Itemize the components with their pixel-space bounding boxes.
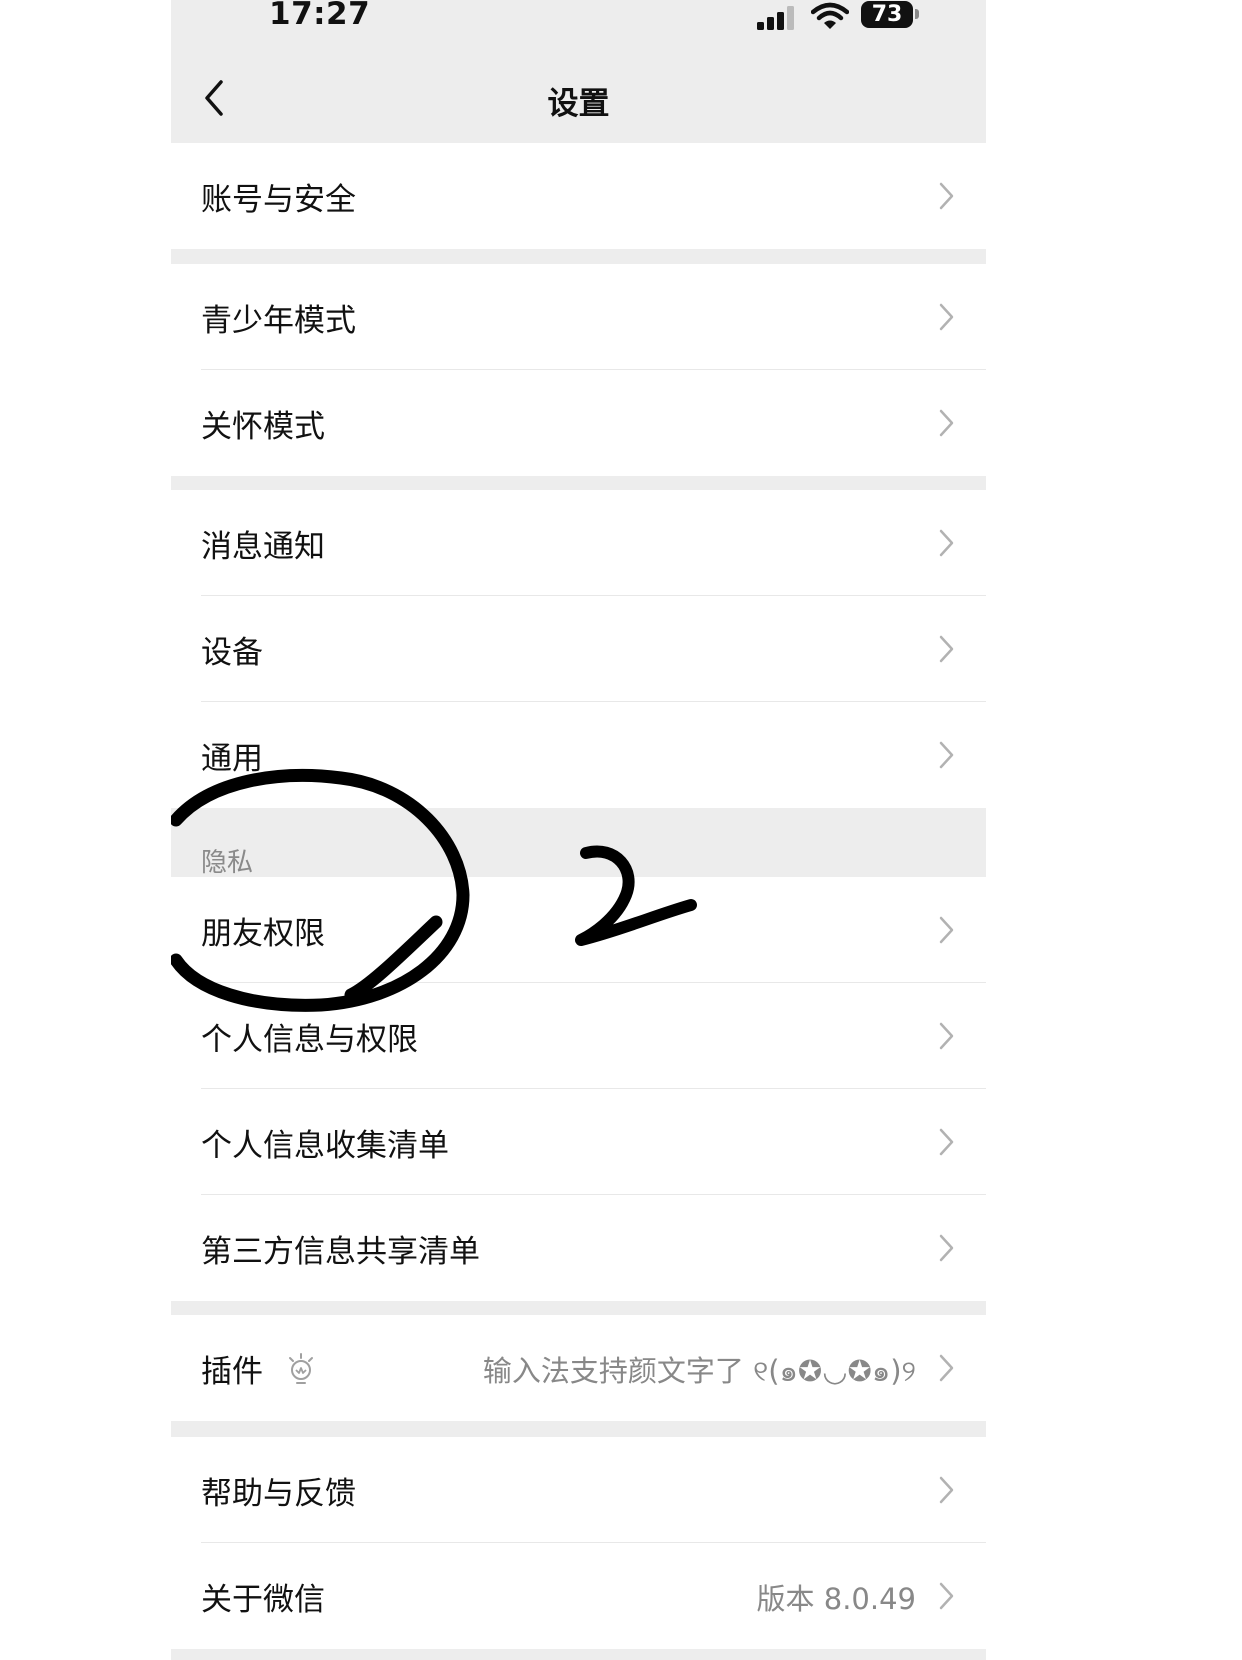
settings-group-privacy: 朋友权限 个人信息与权限 个人信息收集清单 第三方信息共享清单 bbox=[171, 877, 986, 1301]
chevron-right-icon bbox=[939, 635, 954, 663]
row-label: 关怀模式 bbox=[201, 409, 325, 445]
settings-group-account: 账号与安全 bbox=[171, 143, 986, 249]
row-about-wechat[interactable]: 关于微信 版本 8.0.49 bbox=[171, 1543, 986, 1649]
page-title: 设置 bbox=[547, 86, 610, 122]
row-label: 第三方信息共享清单 bbox=[201, 1234, 480, 1270]
row-label: 关于微信 bbox=[201, 1582, 325, 1618]
row-label: 帮助与反馈 bbox=[201, 1476, 356, 1512]
row-notifications[interactable]: 消息通知 bbox=[171, 490, 986, 596]
chevron-right-icon bbox=[939, 1128, 954, 1156]
row-value: 输入法支持颜文字了 ୧(๑✪◡✪๑)୨ bbox=[482, 1354, 916, 1388]
row-value: 版本 8.0.49 bbox=[756, 1582, 916, 1616]
cellular-signal-icon bbox=[757, 6, 794, 30]
row-label: 青少年模式 bbox=[201, 303, 356, 339]
settings-group-modes: 青少年模式 关怀模式 bbox=[171, 264, 986, 476]
chevron-right-icon bbox=[939, 303, 954, 331]
row-label: 插件 bbox=[201, 1354, 263, 1390]
chevron-right-icon bbox=[939, 1476, 954, 1504]
status-time: 17:27 bbox=[269, 0, 371, 32]
chevron-right-icon bbox=[939, 1022, 954, 1050]
section-header-privacy: 隐私 bbox=[201, 848, 254, 878]
row-label: 个人信息收集清单 bbox=[201, 1128, 449, 1164]
chevron-right-icon bbox=[939, 1234, 954, 1262]
row-general[interactable]: 通用 bbox=[171, 702, 986, 808]
row-teen-mode[interactable]: 青少年模式 bbox=[171, 264, 986, 370]
lightbulb-icon bbox=[289, 1353, 313, 1384]
row-plugins[interactable]: 插件 输入法支持颜文字了 ୧(๑✪◡✪๑)୨ bbox=[171, 1315, 986, 1421]
row-account-security[interactable]: 账号与安全 bbox=[171, 143, 986, 249]
chevron-right-icon bbox=[939, 409, 954, 437]
row-third-party-sharing[interactable]: 第三方信息共享清单 bbox=[171, 1195, 986, 1301]
wifi-icon bbox=[811, 2, 849, 29]
battery-level: 73 bbox=[871, 2, 903, 27]
chevron-right-icon bbox=[939, 741, 954, 769]
row-label: 账号与安全 bbox=[201, 182, 356, 218]
chevron-right-icon bbox=[939, 1354, 954, 1382]
status-bar: 17:27 73 bbox=[171, 0, 986, 40]
row-label: 消息通知 bbox=[201, 529, 325, 565]
row-personal-info-permissions[interactable]: 个人信息与权限 bbox=[171, 983, 986, 1089]
battery-icon: 73 bbox=[861, 1, 913, 28]
settings-group-plugins: 插件 输入法支持颜文字了 ୧(๑✪◡✪๑)୨ bbox=[171, 1315, 986, 1421]
row-personal-info-collection[interactable]: 个人信息收集清单 bbox=[171, 1089, 986, 1195]
row-label: 个人信息与权限 bbox=[201, 1022, 418, 1058]
chevron-right-icon bbox=[939, 1582, 954, 1610]
row-label: 朋友权限 bbox=[201, 916, 325, 952]
row-devices[interactable]: 设备 bbox=[171, 596, 986, 702]
phone-screen: 17:27 73 设置 账号与安全 青少年模式 关怀模式 消息通知 设备 通用 … bbox=[171, 0, 986, 1660]
chevron-right-icon bbox=[939, 916, 954, 944]
settings-group-general: 消息通知 设备 通用 bbox=[171, 490, 986, 808]
row-label: 设备 bbox=[201, 635, 263, 671]
settings-group-about: 帮助与反馈 关于微信 版本 8.0.49 bbox=[171, 1437, 986, 1649]
row-help-feedback[interactable]: 帮助与反馈 bbox=[171, 1437, 986, 1543]
chevron-right-icon bbox=[939, 182, 954, 210]
nav-bar: 设置 bbox=[171, 40, 986, 143]
row-label: 通用 bbox=[201, 741, 263, 777]
battery-tip bbox=[915, 9, 919, 19]
row-care-mode[interactable]: 关怀模式 bbox=[171, 370, 986, 476]
row-friend-permissions[interactable]: 朋友权限 bbox=[171, 877, 986, 983]
chevron-right-icon bbox=[939, 529, 954, 557]
